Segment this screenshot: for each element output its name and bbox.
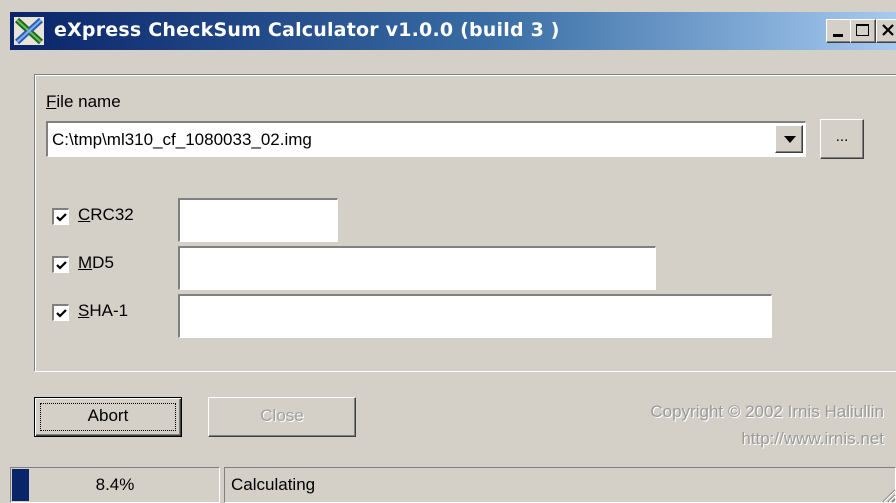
progress-percent: 8.4% bbox=[95, 475, 135, 494]
checkmark-icon bbox=[56, 309, 67, 318]
copyright-line: Copyright © 2002 Irnis Haliullin bbox=[650, 402, 884, 421]
file-name-value: C:\tmp\ml310_cf_1080033_02.img bbox=[52, 130, 312, 149]
md5-label: MD5 bbox=[78, 253, 114, 272]
status-message: Calculating bbox=[231, 475, 316, 494]
maximize-button[interactable] bbox=[850, 19, 876, 43]
resize-grip-icon[interactable] bbox=[880, 487, 896, 503]
website-link: http://www.irnis.net bbox=[741, 429, 884, 448]
crc32-field[interactable] bbox=[178, 198, 338, 242]
maximize-icon bbox=[856, 24, 869, 36]
md5-checkbox[interactable] bbox=[52, 256, 69, 273]
close-window-button[interactable] bbox=[876, 19, 896, 43]
file-name-label: File name bbox=[46, 92, 121, 111]
abort-button[interactable]: Abort bbox=[34, 397, 182, 437]
chevron-down-icon bbox=[784, 136, 796, 143]
close-icon bbox=[882, 24, 894, 36]
sha1-label: SHA-1 bbox=[78, 301, 129, 320]
checksum-window: eXpress CheckSum Calculator v1.0.0 (buil… bbox=[0, 0, 896, 503]
window-title: eXpress CheckSum Calculator v1.0.0 (buil… bbox=[54, 19, 560, 41]
sha1-checkbox[interactable] bbox=[52, 304, 69, 321]
status-message-panel: Calculating bbox=[224, 467, 896, 503]
sha1-field[interactable] bbox=[178, 294, 772, 338]
title-bar[interactable]: eXpress CheckSum Calculator v1.0.0 (buil… bbox=[10, 12, 896, 50]
checkmark-icon bbox=[56, 261, 67, 270]
crc32-label: CRC32 bbox=[78, 205, 134, 224]
browse-button[interactable]: ... bbox=[820, 119, 864, 159]
md5-field[interactable] bbox=[178, 246, 656, 290]
app-x-icon bbox=[14, 17, 44, 45]
status-bar: 8.4% Calculating bbox=[10, 467, 896, 503]
close-button[interactable]: Close bbox=[208, 397, 356, 437]
progress-panel: 8.4% bbox=[10, 467, 220, 503]
minimize-button[interactable] bbox=[826, 19, 852, 43]
checkmark-icon bbox=[56, 213, 67, 222]
copyright-text: Copyright © 2002 Irnis Haliullin http://… bbox=[650, 398, 884, 452]
file-name-combobox[interactable]: C:\tmp\ml310_cf_1080033_02.img bbox=[46, 121, 806, 157]
minimize-icon bbox=[833, 34, 843, 37]
crc32-checkbox[interactable] bbox=[52, 208, 69, 225]
file-dropdown-button[interactable] bbox=[775, 125, 803, 153]
